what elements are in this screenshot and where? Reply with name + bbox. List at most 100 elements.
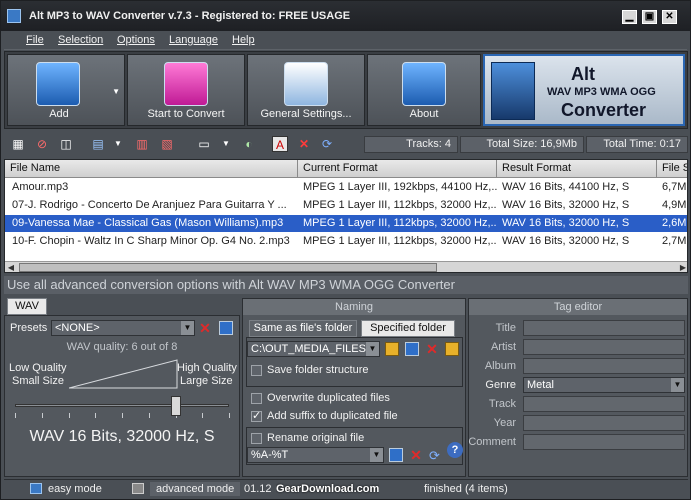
tab-wav[interactable]: WAV: [7, 298, 47, 315]
slider-tick: [229, 413, 230, 418]
start-convert-button[interactable]: Start to Convert: [127, 54, 245, 126]
about-button[interactable]: About: [367, 54, 481, 126]
table-row-selected[interactable]: 09-Vanessa Mae - Classical Gas (Mason Wi…: [5, 215, 687, 232]
tag-title-field[interactable]: [523, 320, 685, 336]
easy-mode-button[interactable]: easy mode: [48, 482, 102, 496]
save-icon[interactable]: [405, 342, 419, 356]
delete-icon[interactable]: ✕: [409, 448, 423, 462]
refresh-icon[interactable]: ⟳: [319, 136, 335, 152]
output-folder-select[interactable]: C:\OUT_MEDIA_FILES\ ▼: [247, 341, 380, 357]
save-icon[interactable]: [389, 448, 403, 462]
app-window: Alt MP3 to WAV Converter v.7.3 - Registe…: [0, 0, 691, 500]
quality-slider[interactable]: [15, 404, 229, 407]
tag-artist-field[interactable]: [523, 339, 685, 355]
presets-select[interactable]: <NONE> ▼: [51, 320, 195, 336]
save-preset-icon[interactable]: [219, 321, 233, 335]
menu-options[interactable]: Options: [117, 34, 155, 46]
play-icon[interactable]: ◐: [241, 136, 257, 152]
add-button[interactable]: ▼ Add: [7, 54, 125, 126]
add-files-icon[interactable]: ▦: [10, 136, 26, 152]
tag-year-field[interactable]: [523, 415, 685, 431]
quality-slider-ticks: [15, 413, 230, 419]
tab-same-folder[interactable]: Same as file's folder: [249, 320, 357, 337]
view-icon[interactable]: ▭: [196, 136, 212, 152]
delete-icon[interactable]: ✕: [425, 342, 439, 356]
rename-checkbox[interactable]: [251, 433, 262, 444]
close-button[interactable]: ✕: [662, 10, 677, 24]
cancel-icon[interactable]: ✕: [296, 136, 312, 152]
menu-language[interactable]: Language: [169, 34, 218, 46]
scroll-right-icon[interactable]: ▶: [677, 262, 687, 272]
main-toolbar: ▼ Add Start to Convert General Settings.…: [4, 51, 688, 129]
output-folder-value: C:\OUT_MEDIA_FILES\: [251, 343, 369, 355]
column-file-size[interactable]: File S: [657, 160, 687, 178]
menu-selection[interactable]: Selection: [58, 34, 103, 46]
save-structure-checkbox[interactable]: [251, 365, 262, 376]
rename-pattern-select[interactable]: %A-%T ▼: [247, 447, 384, 463]
explore-folder-icon[interactable]: [445, 342, 459, 356]
tag-genre-label: Genre: [485, 379, 516, 391]
delete-selected-icon[interactable]: ▥: [134, 136, 150, 152]
slider-tick: [122, 413, 123, 418]
tag-artist-label: Artist: [490, 341, 516, 353]
help-icon[interactable]: ?: [447, 442, 463, 458]
clear-list-icon[interactable]: ◫: [58, 136, 74, 152]
delete-all-icon[interactable]: ▧: [159, 136, 175, 152]
chevron-down-icon: ▼: [366, 342, 379, 356]
folder-open-icon[interactable]: [385, 342, 399, 356]
result-format-cell: WAV 16 Bits, 32000 Hz, S: [502, 235, 630, 247]
delete-preset-icon[interactable]: ✕: [198, 321, 212, 335]
dropdown-arrow-icon[interactable]: ▼: [110, 136, 126, 152]
menu-help[interactable]: Help: [232, 34, 255, 46]
column-file-name[interactable]: File Name: [5, 160, 298, 178]
tag-album-field[interactable]: [523, 358, 685, 374]
tag-track-label: Track: [488, 398, 516, 410]
scroll-left-icon[interactable]: ◀: [5, 262, 17, 272]
overwrite-checkbox[interactable]: [251, 393, 262, 404]
table-row[interactable]: Amour.mp3 MPEG 1 Layer III, 192kbps, 441…: [5, 179, 687, 196]
save-structure-label: Save folder structure: [267, 364, 369, 376]
dropdown-arrow-icon: ▼: [112, 87, 120, 96]
horizontal-scrollbar[interactable]: ◀ ▶: [5, 261, 687, 272]
tab-specified-folder[interactable]: Specified folder: [361, 320, 455, 337]
slider-tick: [15, 413, 16, 418]
dropdown-arrow-icon[interactable]: ▼: [218, 136, 234, 152]
tag-track-field[interactable]: [523, 396, 685, 412]
naming-panel: Naming Same as file's folder Specified f…: [242, 298, 466, 477]
wav-quality-label: WAV quality: 6 out of 8: [66, 341, 178, 353]
add-button-label: Add: [49, 108, 69, 120]
table-row[interactable]: 10-F. Chopin - Waltz In C Sharp Minor Op…: [5, 233, 687, 250]
tracks-count: Tracks: 4: [364, 136, 458, 153]
menu-bar: File Selection Options Language Help: [4, 32, 687, 50]
title-bar: Alt MP3 to WAV Converter v.7.3 - Registe…: [1, 1, 690, 31]
file-list-table[interactable]: File Name Current Format Result Format F…: [4, 159, 688, 273]
menu-file[interactable]: File: [26, 34, 44, 46]
minimize-button[interactable]: ▁: [622, 10, 637, 24]
add-suffix-checkbox[interactable]: [251, 409, 262, 422]
maximize-button[interactable]: ▣: [642, 10, 657, 24]
wav-format-text: WAV 16 Bits, 32000 Hz, S: [29, 428, 215, 445]
start-convert-label: Start to Convert: [147, 108, 225, 120]
refresh-icon[interactable]: ⟳: [429, 448, 440, 464]
text-icon[interactable]: A: [272, 136, 288, 152]
remove-file-icon[interactable]: ⊘: [34, 136, 50, 152]
file-name-cell: 10-F. Chopin - Waltz In C Sharp Minor Op…: [12, 235, 290, 247]
easy-mode-icon: [30, 483, 42, 494]
quality-slider-thumb[interactable]: [170, 396, 181, 416]
scrollbar-thumb[interactable]: [19, 263, 437, 272]
table-row[interactable]: 07-J. Rodrigo - Concerto De Aranjuez Par…: [5, 197, 687, 214]
edit-file-icon[interactable]: ▤: [90, 136, 106, 152]
status-bar: easy mode advanced mode 01.12 GearDownlo…: [4, 479, 688, 497]
column-current-format[interactable]: Current Format: [298, 160, 497, 178]
column-result-format[interactable]: Result Format: [497, 160, 657, 178]
tag-comment-field[interactable]: [523, 434, 685, 450]
general-settings-label: General Settings...: [260, 108, 352, 120]
chevron-down-icon: ▼: [671, 378, 684, 392]
file-name-cell: Amour.mp3: [12, 181, 69, 193]
general-settings-button[interactable]: General Settings...: [247, 54, 365, 126]
logo-text-1: Alt: [571, 64, 595, 84]
app-icon: [7, 9, 21, 23]
tag-genre-select[interactable]: Metal ▼: [523, 377, 685, 393]
rename-label: Rename original file: [267, 432, 365, 444]
advanced-mode-button[interactable]: advanced mode: [150, 482, 241, 496]
